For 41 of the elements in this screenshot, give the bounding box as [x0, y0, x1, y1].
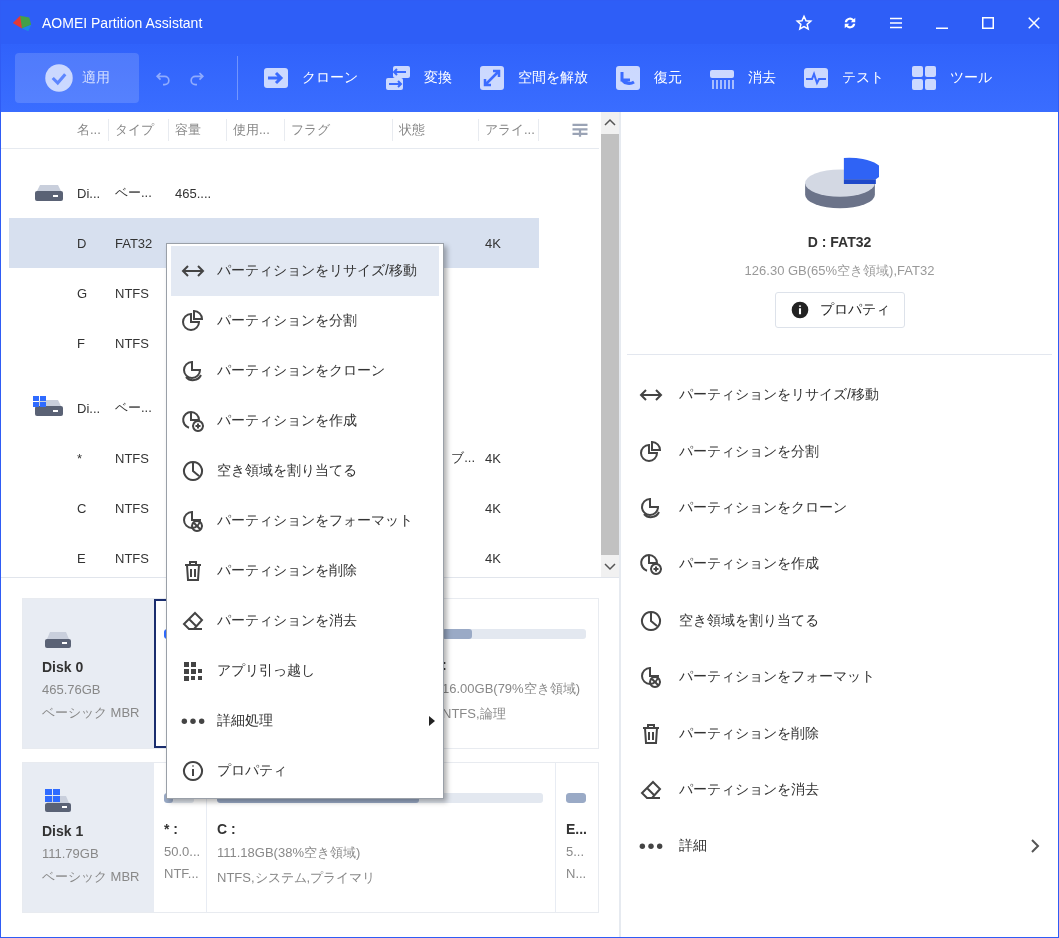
partition-summary: 126.30 GB(65%空き領域),FAT32	[744, 262, 935, 280]
disk-style: ベーシック MBR	[42, 704, 141, 722]
window-title: AOMEI Partition Assistant	[42, 14, 203, 31]
partition-name: E...	[566, 821, 588, 837]
table-cell-text: ベー...	[114, 184, 153, 202]
partition-size: 16.00GB(79%空き領域)	[442, 680, 581, 698]
partition-info: NTF...	[164, 866, 200, 881]
disk-size: 465.76GB	[42, 682, 102, 697]
partition-size: 111.18GB(38%空き領域)	[217, 844, 362, 862]
table-cell-text: G	[76, 285, 89, 301]
table-cell-text: FAT32	[114, 235, 154, 251]
table-cell-text: 465....	[174, 185, 213, 201]
table-cell-text: E	[76, 550, 87, 566]
table-cell-text: F	[76, 335, 86, 351]
table-cell-text: *	[76, 450, 84, 466]
table-cell-text: ブ...	[450, 449, 476, 467]
partition-name: * :	[164, 821, 179, 837]
partition-size: 50.0...	[164, 844, 202, 859]
disk-size: 111.79GB	[42, 846, 100, 861]
table-cell-text: C	[76, 500, 88, 516]
table-cell-text: Di...	[76, 400, 102, 416]
partition-name: C :	[217, 821, 237, 837]
table-cell-text: NTFS	[114, 500, 150, 516]
partition-info: N...	[566, 866, 588, 881]
partition-title: D : FAT32	[807, 234, 872, 250]
table-cell-text: 4K	[484, 450, 502, 466]
table-cell-text: 4K	[484, 235, 502, 251]
table-cell-text: Di...	[76, 185, 102, 201]
table-cell-text: D	[76, 235, 88, 251]
table-cell-text: NTFS	[114, 450, 150, 466]
table-cell-text: 4K	[484, 550, 502, 566]
table-cell-text: NTFS	[114, 285, 150, 301]
table-cell-text: NTFS	[114, 550, 150, 566]
disk-name: Disk 0	[42, 659, 85, 675]
disk-style: ベーシック MBR	[42, 868, 141, 886]
partition-size: 5...	[566, 844, 586, 859]
table-cell-text: 4K	[484, 500, 502, 516]
table-cell-text: NTFS	[114, 335, 150, 351]
partition-info: NTFS,システム,プライマリ	[217, 869, 377, 887]
disk-name: Disk 1	[42, 823, 85, 839]
table-cell-text: ベー...	[114, 399, 153, 417]
